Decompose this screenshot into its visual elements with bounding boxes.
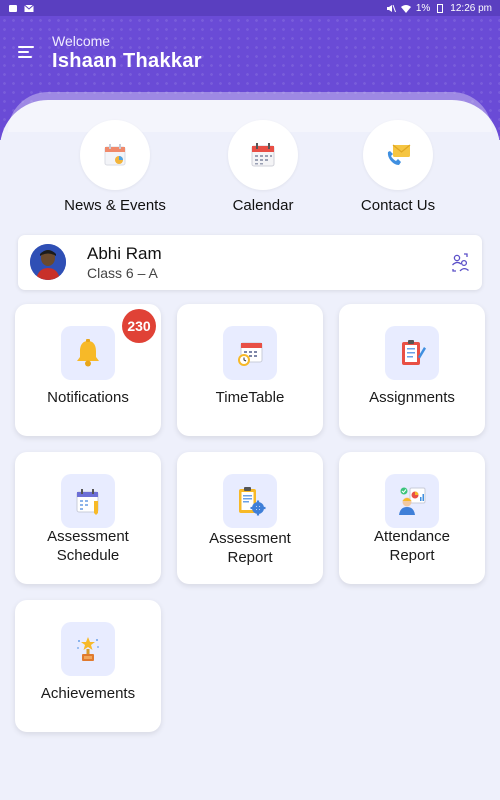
tile-assignments[interactable]: Assignments [339,304,485,436]
user-name: Ishaan Thakkar [52,50,202,72]
avatar [30,244,66,280]
contact-us-icon [387,144,411,165]
quick-link-calendar[interactable]: Calendar [193,120,333,214]
battery-text: 1% [415,2,431,14]
welcome-text: Welcome [52,33,111,49]
mute-icon [386,4,396,12]
switch-student-icon[interactable] [450,252,470,272]
battery-icon [437,3,444,13]
wifi-icon [400,4,411,13]
student-name: Abhi Ram [87,244,162,263]
bell-icon [77,339,99,367]
mail-icon [24,4,34,12]
tile-label: Assessment Report [209,530,291,566]
notification-dot-icon [9,4,17,12]
quick-link-contact-us[interactable]: Contact Us [328,120,468,214]
attendance-report-icon [399,487,426,515]
tile-label: Assessment Schedule [47,528,129,564]
clock-text: 12:26 pm [450,2,492,14]
assessment-schedule-icon [76,489,99,515]
tile-timetable[interactable]: TimeTable [177,304,323,436]
quick-link-label: News & Events [64,197,166,214]
timetable-icon [238,342,263,366]
tile-label: Assignments [369,389,455,406]
calendar-icon [251,143,275,167]
assessment-report-icon [239,487,266,516]
tile-label: Achievements [40,685,136,702]
tile-achievements[interactable]: Achievements [15,600,161,732]
tile-label: Attendance Report [374,528,450,564]
tile-label: Notifications [47,389,129,406]
trophy-icon [77,637,99,661]
status-bar: 1% 12:26 pm [0,0,500,16]
student-card[interactable]: Abhi Ram Class 6 – A [18,235,482,290]
tile-attendance-report[interactable]: Attendance Report [339,452,485,584]
quick-link-news-events[interactable]: News & Events [45,120,185,214]
quick-link-label: Contact Us [360,197,436,214]
notification-count-badge: 230 [122,309,156,343]
news-events-icon [104,144,126,166]
tile-label: TimeTable [215,389,285,406]
student-class: Class 6 – A [87,265,158,281]
menu-icon[interactable] [18,46,36,60]
tile-assessment-schedule[interactable]: Assessment Schedule [15,452,161,584]
tile-assessment-report[interactable]: Assessment Report [177,452,323,584]
quick-link-label: Calendar [232,197,294,214]
assignments-icon [402,340,426,365]
